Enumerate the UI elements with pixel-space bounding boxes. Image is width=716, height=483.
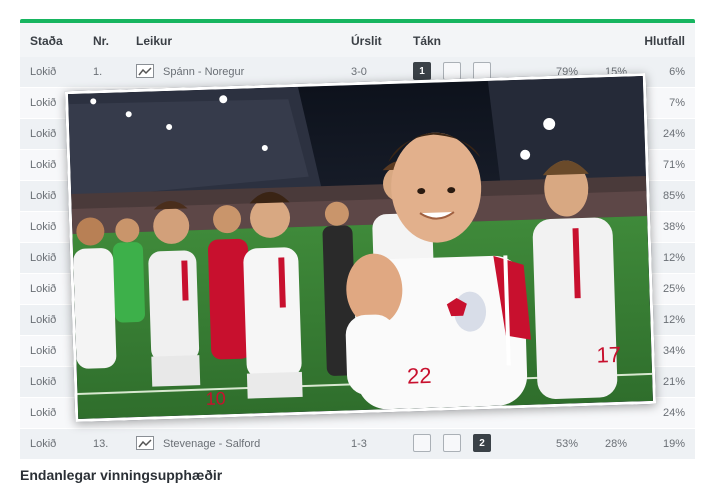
row-status: Lokið (30, 345, 57, 357)
svg-text:10: 10 (205, 388, 226, 409)
header-stada: Staða (30, 34, 63, 48)
row-pct-2: 24% (662, 407, 685, 419)
row-status: Lokið (30, 97, 57, 109)
football-players-illustration: 17 22 10 (68, 76, 653, 419)
row-status: Lokið (30, 221, 57, 233)
table-header: Staða Nr. Leikur Úrslit Tákn Hlutfall (20, 23, 695, 57)
header-hlutfall: Hlutfall (644, 34, 685, 48)
stats-chart-icon[interactable] (136, 64, 154, 78)
overlay-photo: 17 22 10 (64, 72, 657, 423)
row-pct-2: 85% (662, 190, 685, 202)
sign-box-x (443, 434, 461, 452)
section-heading: Endanlegar vinningsupphæðir (20, 467, 223, 483)
row-status: Lokið (30, 438, 57, 450)
row-pct-2: 6% (669, 66, 685, 78)
row-status: Lokið (30, 128, 57, 140)
row-status: Lokið (30, 190, 57, 202)
row-pct-2: 71% (662, 159, 685, 171)
row-status: Lokið (30, 376, 57, 388)
row-pct-2: 38% (662, 221, 685, 233)
row-status: Lokið (30, 314, 57, 326)
header-nr: Nr. (93, 34, 110, 48)
row-pct-2: 21% (662, 376, 685, 388)
row-pct-2: 24% (662, 128, 685, 140)
row-pct-x: 28% (605, 438, 628, 450)
table-row: Lokið 13. Stevenage - Salford 1-3 2 53% … (20, 429, 695, 460)
stats-chart-icon[interactable] (136, 436, 154, 450)
row-status: Lokið (30, 283, 57, 295)
header-leikur: Leikur (136, 34, 173, 48)
sign-box-1 (413, 434, 431, 452)
row-status: Lokið (30, 407, 57, 419)
row-pct-2: 7% (669, 97, 685, 109)
row-pct-1: 53% (556, 438, 579, 450)
row-number: 13. (93, 438, 109, 450)
row-pct-2: 12% (662, 314, 685, 326)
row-number: 1. (93, 66, 103, 78)
header-urslit: Úrslit (351, 34, 382, 48)
row-result: 3-0 (351, 66, 367, 78)
row-pct-2: 34% (662, 345, 685, 357)
svg-text:17: 17 (596, 342, 621, 368)
row-match[interactable]: Stevenage - Salford (163, 438, 260, 450)
svg-text:22: 22 (407, 363, 432, 389)
header-takn: Tákn (413, 34, 442, 48)
row-pct-2: 12% (662, 252, 685, 264)
row-pct-2: 25% (662, 283, 685, 295)
sign-box-2: 2 (473, 434, 491, 452)
row-pct-2: 19% (662, 438, 685, 450)
row-status: Lokið (30, 66, 57, 78)
row-match[interactable]: Spánn - Noregur (163, 66, 244, 78)
row-result: 1-3 (351, 438, 367, 450)
row-status: Lokið (30, 159, 57, 171)
row-status: Lokið (30, 252, 57, 264)
sign-box-x (443, 62, 461, 80)
sign-box-1: 1 (413, 62, 431, 80)
